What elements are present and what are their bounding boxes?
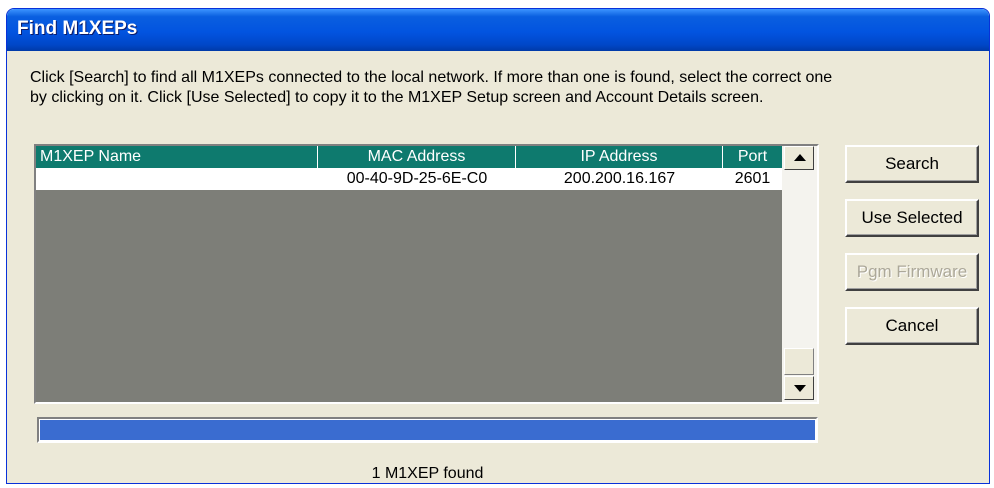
scroll-up-button[interactable] [784,146,814,170]
cell-name [36,168,318,190]
list-body[interactable]: M1XEP Name MAC Address IP Address Port 0… [36,146,782,402]
instructions-line-1: Click [Search] to find all M1XEPs connec… [30,69,833,86]
arrow-down-icon [794,385,806,392]
instructions-text: Click [Search] to find all M1XEPs connec… [30,68,980,108]
column-header-name[interactable]: M1XEP Name [36,146,318,168]
cell-ip: 200.200.16.167 [563,170,676,187]
column-header-port[interactable]: Port [723,146,782,168]
column-header-ip[interactable]: IP Address [516,146,723,168]
pgm-firmware-button[interactable]: Pgm Firmware [845,253,979,291]
find-m1xeps-dialog: Find M1XEPs Click [Search] to find all M… [6,8,990,484]
scroll-down-button[interactable] [784,376,814,400]
cell-mac: 00-40-9D-25-6E-C0 [346,170,488,187]
column-header-mac[interactable]: MAC Address [318,146,516,168]
cell-port: 2601 [734,170,771,187]
table-row[interactable]: 00-40-9D-25-6E-C0 200.200.16.167 2601 [36,168,782,190]
window-title: Find M1XEPs [17,18,138,39]
search-button[interactable]: Search [845,145,979,183]
arrow-up-icon [794,154,806,161]
use-selected-button[interactable]: Use Selected [845,199,979,237]
scroll-thumb[interactable] [784,348,814,375]
progress-fill [40,420,815,440]
status-text: 1 M1XEP found [371,465,484,482]
instructions-line-2: by clicking on it. Click [Use Selected] … [30,89,764,106]
m1xep-list[interactable]: M1XEP Name MAC Address IP Address Port 0… [34,144,819,404]
cancel-button[interactable]: Cancel [845,307,979,345]
title-bar[interactable]: Find M1XEPs [7,9,989,51]
vertical-scrollbar[interactable] [782,146,817,402]
search-progress-bar [37,417,818,443]
